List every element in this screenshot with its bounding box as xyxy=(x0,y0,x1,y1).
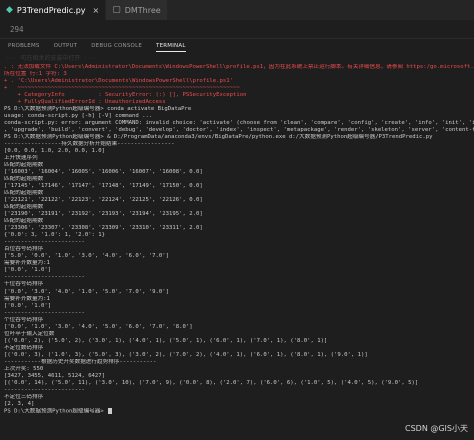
editor-area[interactable]: 294 xyxy=(0,21,474,39)
tab-label: DMThree xyxy=(124,5,161,15)
panel-tab-bar: PROBLEMS OUTPUT DEBUG CONSOLE TERMINAL xyxy=(0,39,474,53)
terminal-line: 需要补齐数量为:1 xyxy=(4,260,50,267)
terminal-line: -----------根据历史开奖数据进行趋势排序----------- xyxy=(4,358,157,365)
terminal-line: PS D:\大数据预测Python超级编号器> conda activate B… xyxy=(4,106,192,113)
terminal-line: 所在位置 行:1 字符: 3 xyxy=(4,71,67,78)
terminal-line: 匹配的起始期数 xyxy=(4,176,44,183)
tab-terminal[interactable]: TERMINAL xyxy=(156,41,186,52)
terminal-line: PS D:\大数据预测Python超级编号器> & D:/ProgramData… xyxy=(4,134,433,141)
file-icon: ▢ xyxy=(112,5,121,15)
tab-output[interactable]: OUTPUT xyxy=(54,41,78,51)
tab-problems[interactable]: PROBLEMS xyxy=(8,41,40,51)
terminal-line: ['16003', '16004', '16005', '16006', '16… xyxy=(4,169,203,176)
terminal-line: 不定位数码排序 xyxy=(4,344,44,351)
terminal-line: , 'upgrade', 'build', 'convert', 'debug'… xyxy=(4,127,474,134)
terminal-line: + FullyQualifiedErrorId : UnauthorizedAc… xyxy=(4,99,166,106)
tab-debug-console[interactable]: DEBUG CONSOLE xyxy=(91,41,142,51)
terminal-output[interactable]: . : 无法加载文件 C:\Users\Administrator\Docume… xyxy=(0,64,474,440)
faint-header-text: ··· 可在相关的安装中打开 ··· xyxy=(6,55,95,61)
terminal-line: ------------------------ xyxy=(4,309,85,316)
terminal-line: ------------------------ xyxy=(4,239,85,246)
terminal-line: + ~~~~~~~~~~~~~~~~~~~~~~~~~~~~~~~~~~~~~~… xyxy=(4,85,240,92)
terminal-line: ['0.0', '1.0'] xyxy=(4,302,52,309)
terminal-cursor xyxy=(108,407,113,414)
tab-dmthree[interactable]: ▢ DMThree xyxy=(106,0,168,20)
terminal-line: 十位吞号码排序 xyxy=(4,281,44,288)
terminal-line: [0.0, 0.0, 1.0, 2.0, 0.0, 1.0] xyxy=(4,148,106,155)
terminal-line: ['22121', '22122', '22123', '22124', '22… xyxy=(4,197,203,204)
terminal-line: [('0.0', 2), ('5.0', 2), ('3.0', 1), ('4… xyxy=(4,337,328,344)
python-file-icon: ◆ xyxy=(6,5,13,15)
terminal-line: [3427, 3455, 4611, 5124, 6427] xyxy=(4,372,106,379)
close-icon[interactable]: × xyxy=(93,6,100,15)
terminal-line: usage: conda-script.py [-h] [-V] command… xyxy=(4,113,153,120)
terminal-line: 匹配的起始期数 xyxy=(4,218,44,225)
terminal-line: [('0.0', 14), ('5.0', 11), ('3.0', 10), … xyxy=(4,379,419,386)
terminal-line: 百位吞号码排序 xyxy=(4,246,44,253)
terminal-line: 匹配的起始期数 xyxy=(4,190,44,197)
terminal-line: ['0.0', '3.0', '4.0', '1.0', '5.0', '7.0… xyxy=(4,288,170,295)
terminal-line: 位吁卒于输入定位数 xyxy=(4,330,55,337)
terminal-line: {'0.0': 3, '1.0': 1, '2.0': 1} xyxy=(4,232,106,239)
editor-tab-bar: ◆ P3TrendPredic.py × ▢ DMThree xyxy=(0,0,474,21)
terminal-line: ['17145', '17146', '17147', '17148', '17… xyxy=(4,183,203,190)
terminal-line: ------------------------ xyxy=(4,386,85,393)
prompt-text: PS D:\大数据预测Python超级编号器> xyxy=(4,408,108,415)
terminal-line: [2, 3, 4] xyxy=(4,400,35,407)
terminal-line: ['23306', '23307', '23308', '23309', '23… xyxy=(4,225,203,232)
tab-label: P3TrendPredic.py xyxy=(16,5,86,15)
terminal-line: 不定位三码排序 xyxy=(4,393,44,400)
terminal-line: conda-script.py: error: argument COMMAND… xyxy=(4,120,474,127)
terminal-line: ['5.0', '0.0', '1.0', '3.0', '4.0', '6.0… xyxy=(4,253,170,260)
terminal-line: 需要补齐数量为:1 xyxy=(4,295,50,302)
terminal-line: + CategoryInfo : SecurityError: (:) [], … xyxy=(4,92,247,99)
terminal-line: . : 无法加载文件 C:\Users\Administrator\Docume… xyxy=(4,64,474,70)
tab-p3trendpredic[interactable]: ◆ P3TrendPredic.py × xyxy=(0,0,107,20)
terminal-line: 匹配的起始期数 xyxy=(4,162,44,169)
terminal-line: -----------------持久数据分析开始结果-------------… xyxy=(4,141,175,148)
terminal-line: 匹配的起始期数 xyxy=(4,204,44,211)
terminal-prompt[interactable]: PS D:\大数据预测Python超级编号器> xyxy=(4,407,474,415)
terminal-line: [('0.0', 3), ('1.0', 3), ('5.0', 3), ('3… xyxy=(4,351,368,358)
terminal-line: 个位吞号码排序 xyxy=(4,316,44,323)
terminal-line: ------------------------ xyxy=(4,274,85,281)
terminal-line: ['0.0', '1.0', '3.0', '4.0', '5.0', '6.0… xyxy=(4,323,193,330)
terminal-line: ['0.0', '1.0'] xyxy=(4,267,52,274)
watermark: CSDN @GIS小天 xyxy=(405,424,468,433)
terminal-line: + . 'C:\Users\Administrator\Documents\Wi… xyxy=(4,78,234,85)
terminal-line: 上升快速序列 xyxy=(4,155,38,162)
terminal-line: ['23190', '23191', '23192', '23193', '23… xyxy=(4,211,203,218)
terminal-line: 上次开奖: 550 xyxy=(4,365,44,372)
editor-line-number: 294 xyxy=(10,25,24,34)
